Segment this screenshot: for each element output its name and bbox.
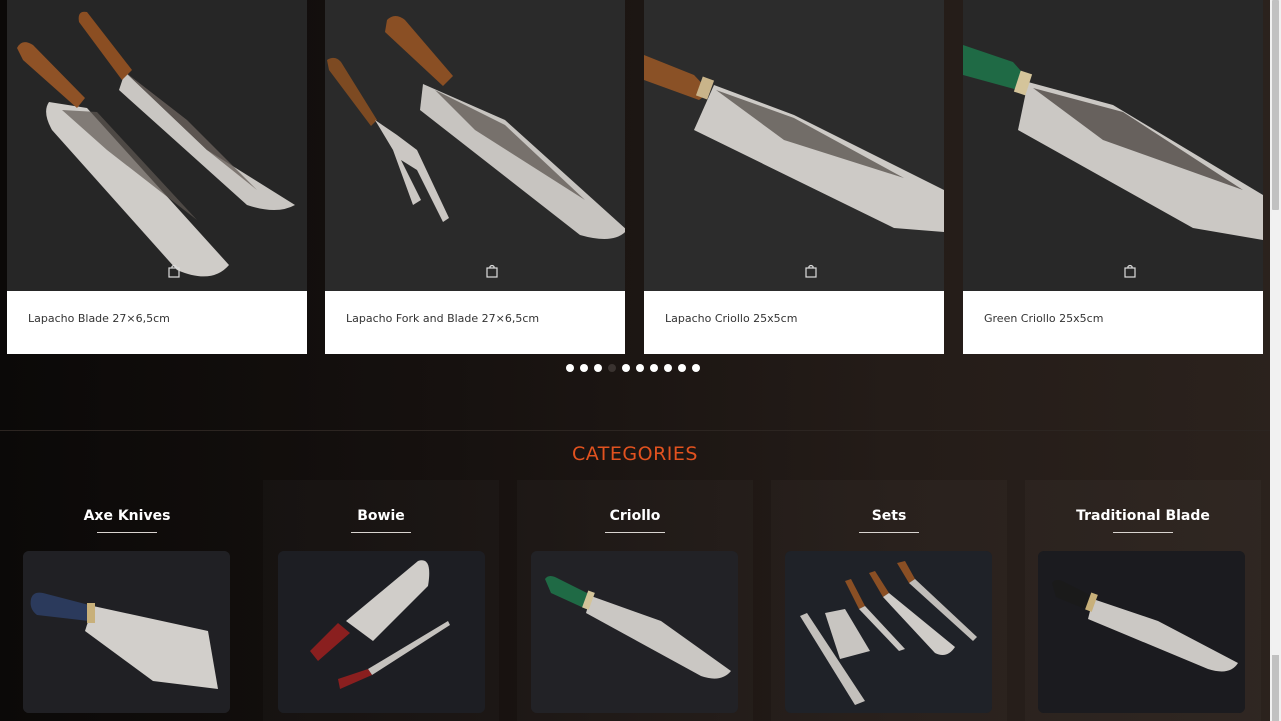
- product-name[interactable]: Lapacho Blade 27×6,5cm: [28, 312, 170, 325]
- section-divider: [0, 430, 1270, 431]
- category-image[interactable]: [278, 551, 485, 713]
- category-image[interactable]: [1038, 551, 1245, 713]
- product-image[interactable]: [963, 0, 1263, 291]
- category-underline: [859, 532, 919, 533]
- product-name[interactable]: Green Criollo 25x5cm: [984, 312, 1103, 325]
- shopping-bag-icon[interactable]: [167, 264, 181, 278]
- product-name[interactable]: Lapacho Fork and Blade 27×6,5cm: [346, 312, 539, 325]
- scrollbar-thumb[interactable]: [1272, 0, 1279, 210]
- carousel-dot[interactable]: [622, 364, 630, 372]
- carousel-dot[interactable]: [650, 364, 658, 372]
- product-image[interactable]: [7, 0, 307, 291]
- shopping-bag-icon[interactable]: [804, 264, 818, 278]
- carousel-dot[interactable]: [594, 364, 602, 372]
- categories-title: CATEGORIES: [572, 443, 698, 465]
- shopping-bag-icon[interactable]: [485, 264, 499, 278]
- category-bowie[interactable]: Bowie: [263, 480, 499, 721]
- category-underline: [351, 532, 411, 533]
- category-image[interactable]: [785, 551, 992, 713]
- product-card[interactable]: Lapacho Fork and Blade 27×6,5cm: [325, 0, 625, 354]
- category-axe-knives[interactable]: Axe Knives: [9, 480, 245, 721]
- product-image[interactable]: [644, 0, 944, 291]
- category-label[interactable]: Axe Knives: [9, 508, 245, 524]
- category-underline: [1113, 532, 1173, 533]
- carousel-dot[interactable]: [636, 364, 644, 372]
- product-name[interactable]: Lapacho Criollo 25x5cm: [665, 312, 797, 325]
- carousel-dot[interactable]: [692, 364, 700, 372]
- category-image[interactable]: [531, 551, 738, 713]
- carousel-pagination: [566, 364, 700, 374]
- category-label[interactable]: Traditional Blade: [1025, 508, 1261, 524]
- product-card[interactable]: Lapacho Blade 27×6,5cm: [7, 0, 307, 354]
- carousel-dot-active[interactable]: [608, 364, 616, 372]
- product-card[interactable]: Green Criollo 25x5cm: [963, 0, 1263, 354]
- carousel-dot[interactable]: [566, 364, 574, 372]
- category-underline: [97, 532, 157, 533]
- product-carousel: Lapacho Blade 27×6,5cm Lapacho Fork and …: [0, 0, 1270, 360]
- shopping-bag-icon[interactable]: [1123, 264, 1137, 278]
- category-traditional-blade[interactable]: Traditional Blade: [1025, 480, 1261, 721]
- carousel-dot[interactable]: [580, 364, 588, 372]
- category-label[interactable]: Sets: [771, 508, 1007, 524]
- category-criollo[interactable]: Criollo: [517, 480, 753, 721]
- carousel-dot[interactable]: [664, 364, 672, 372]
- category-label[interactable]: Criollo: [517, 508, 753, 524]
- category-image[interactable]: [23, 551, 230, 713]
- category-sets[interactable]: Sets: [771, 480, 1007, 721]
- product-image[interactable]: [325, 0, 625, 291]
- product-card[interactable]: Lapacho Criollo 25x5cm: [644, 0, 944, 354]
- page-scrollbar[interactable]: [1270, 0, 1281, 721]
- carousel-dot[interactable]: [678, 364, 686, 372]
- scrollbar-thumb-lower[interactable]: [1272, 655, 1279, 721]
- category-underline: [605, 532, 665, 533]
- category-label[interactable]: Bowie: [263, 508, 499, 524]
